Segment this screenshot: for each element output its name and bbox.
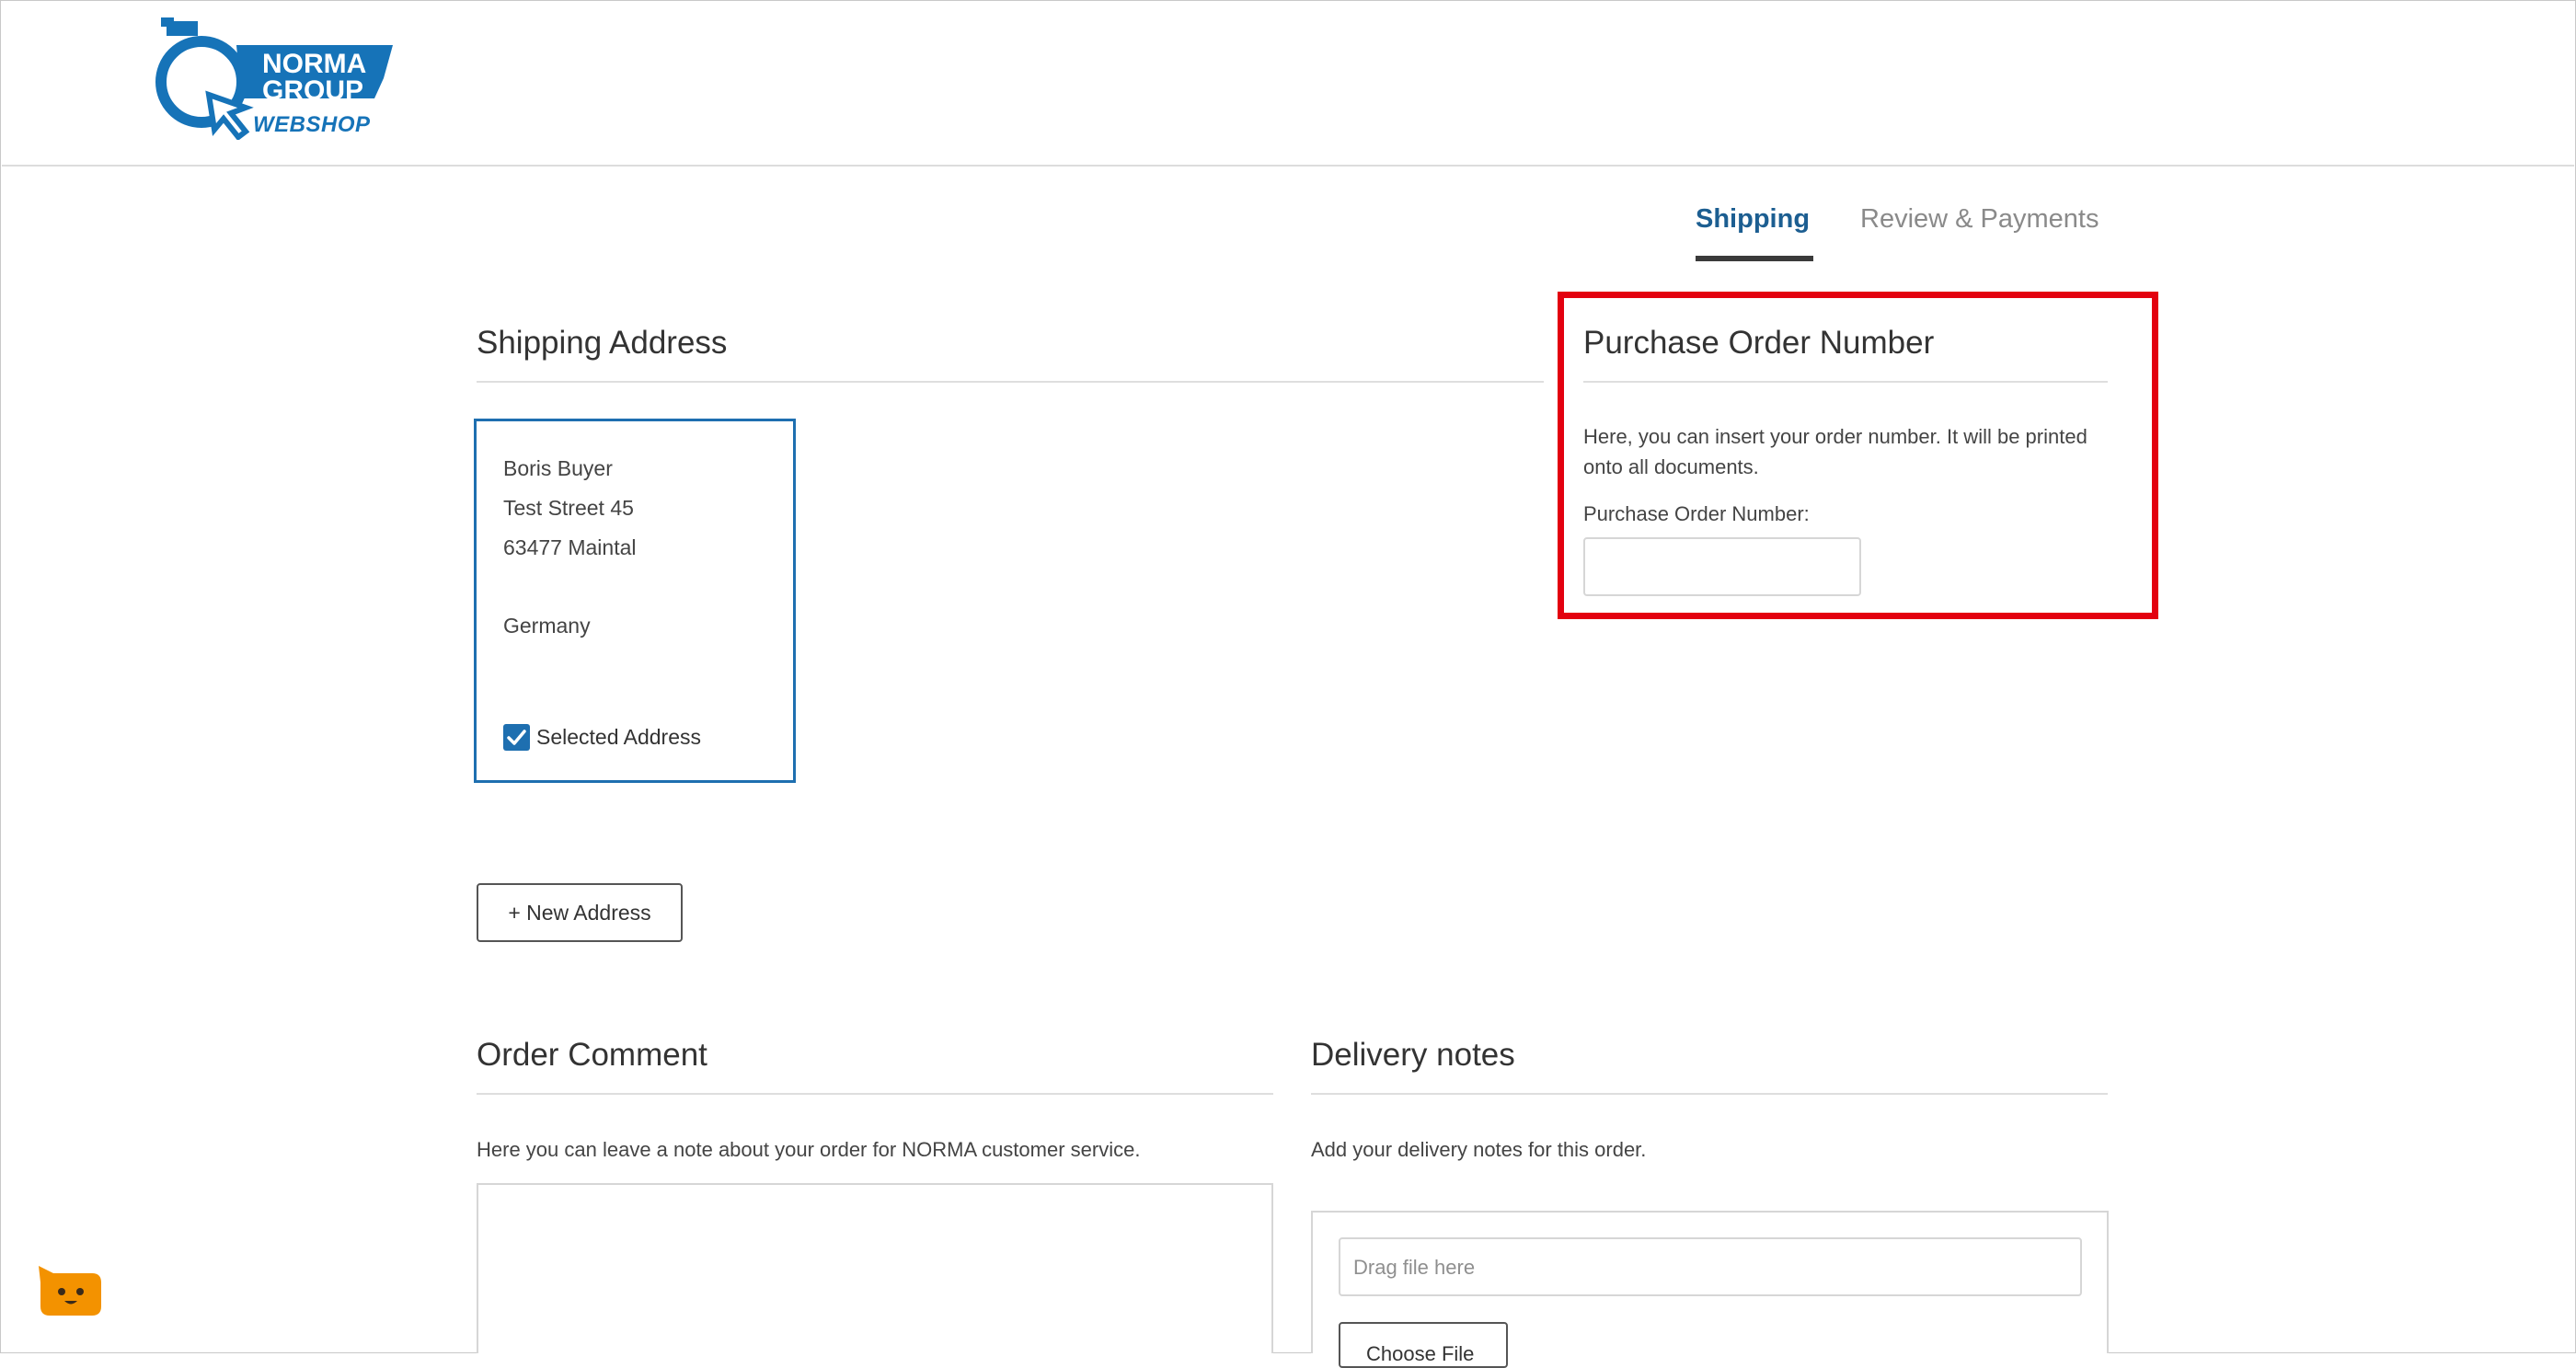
checkmark-icon [507, 730, 526, 745]
chat-widget-button[interactable] [35, 1264, 104, 1317]
new-address-button[interactable]: + New Address [477, 883, 683, 942]
choose-file-label: Choose File [1366, 1342, 1475, 1365]
drag-file-dropzone[interactable]: Drag file here [1339, 1237, 2082, 1296]
purchase-order-input[interactable] [1583, 537, 1861, 596]
window-frame [0, 0, 2576, 1353]
address-city: 63477 Maintal [503, 535, 637, 559]
purchase-order-title: Purchase Order Number [1583, 325, 1935, 361]
site-header: NORMA GROUP WEBSHOP [2, 2, 2574, 167]
address-country: Germany [503, 614, 591, 638]
logo-group-text: GROUP [262, 75, 364, 106]
delivery-notes-title: Delivery notes [1311, 1037, 1515, 1073]
order-comment-textarea[interactable] [477, 1183, 1273, 1353]
shipping-address-title: Shipping Address [477, 325, 728, 361]
purchase-order-divider [1583, 381, 2108, 383]
tab-shipping[interactable]: Shipping [1696, 204, 1813, 261]
address-street: Test Street 45 [503, 496, 634, 520]
purchase-order-help-text: Here, you can insert your order number. … [1583, 425, 2087, 478]
norma-group-webshop-logo[interactable]: NORMA GROUP WEBSHOP [154, 16, 397, 140]
logo-webshop-text: WEBSHOP [253, 112, 371, 137]
selected-address-label: Selected Address [536, 725, 702, 749]
delivery-notes-panel: Drag file here Choose File [1311, 1211, 2109, 1368]
order-comment-title: Order Comment [477, 1037, 707, 1073]
choose-file-button[interactable]: Choose File [1339, 1322, 1508, 1368]
shipping-address-divider [477, 381, 1544, 383]
tab-review-payments[interactable]: Review & Payments [1860, 204, 2099, 259]
logo-norma-text: NORMA [262, 49, 367, 79]
purchase-order-field-label: Purchase Order Number: [1583, 502, 1810, 525]
delivery-notes-help-text: Add your delivery notes for this order. [1311, 1138, 1647, 1161]
chat-bot-face-icon [39, 1266, 101, 1316]
order-comment-help-text: Here you can leave a note about your ord… [477, 1138, 1141, 1161]
drag-file-placeholder: Drag file here [1353, 1256, 1476, 1279]
address-card[interactable]: Boris Buyer Test Street 45 63477 Maintal… [474, 419, 796, 783]
address-name: Boris Buyer [503, 456, 613, 480]
selected-address-checkbox[interactable] [503, 724, 530, 751]
order-comment-divider [477, 1093, 1273, 1095]
delivery-notes-divider [1311, 1093, 2108, 1095]
